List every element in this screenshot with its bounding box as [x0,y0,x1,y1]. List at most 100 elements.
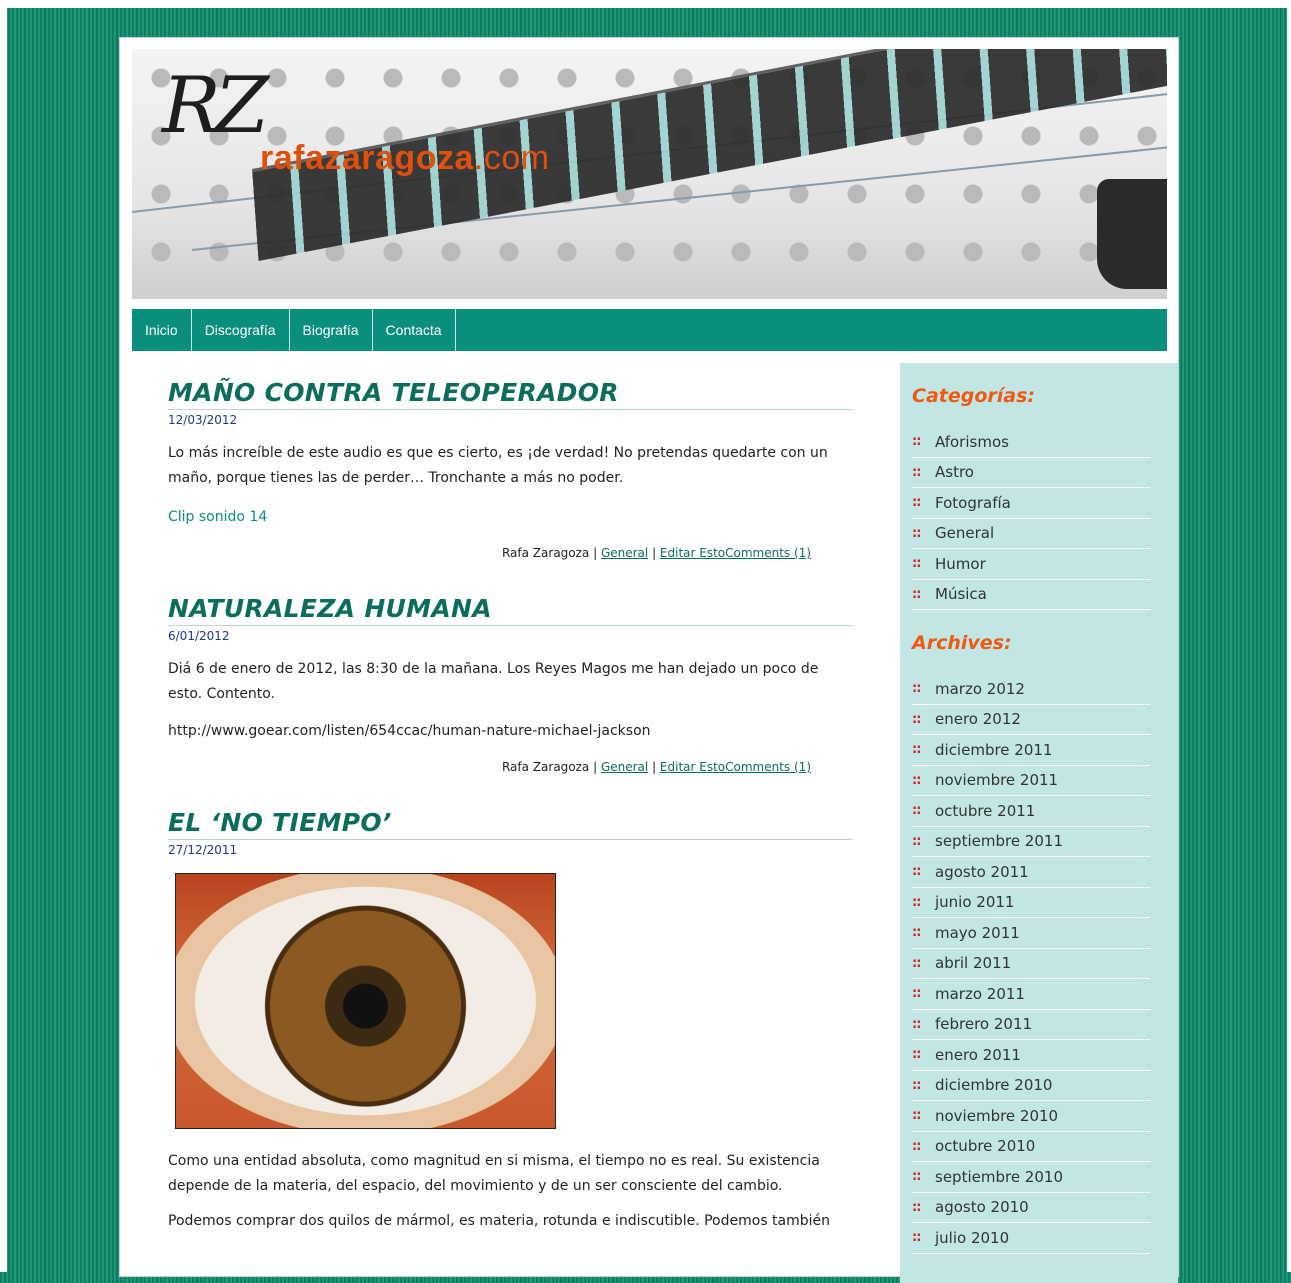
archive-label: agosto 2010 [935,1198,1029,1217]
page-container: RZ rafazaragoza.com Inicio Discografía B… [119,37,1179,1283]
bullet-icon: :: [912,495,921,511]
bullet-icon: :: [912,925,921,941]
post-date: 27/12/2011 [168,843,238,857]
post-title[interactable]: MAÑO CONTRA TELEOPERADOR [168,378,853,410]
site-header-banner[interactable]: RZ rafazaragoza.com [132,49,1167,299]
archive-label: julio 2010 [935,1228,1010,1247]
nav-biografia[interactable]: Biografía [290,309,373,351]
archive-item[interactable]: :: enero 2011 [912,1040,1150,1071]
bullet-icon: :: [912,1077,921,1093]
archive-item[interactable]: :: diciembre 2011 [912,735,1150,766]
bullet-icon: :: [912,1138,921,1154]
archive-label: mayo 2011 [935,923,1020,942]
archive-item[interactable]: :: julio 2010 [912,1223,1150,1254]
archive-label: marzo 2011 [935,984,1025,1003]
eye-clock-image[interactable] [175,873,556,1129]
bullet-icon: :: [912,864,921,880]
bullet-icon: :: [912,464,921,480]
archive-label: enero 2011 [935,1045,1021,1064]
archive-item[interactable]: :: agosto 2011 [912,857,1150,888]
archive-item[interactable]: :: octubre 2011 [912,796,1150,827]
archive-label: abril 2011 [935,954,1012,973]
archive-item[interactable]: :: noviembre 2010 [912,1101,1150,1132]
post-category-link[interactable]: General [601,760,648,774]
archive-label: noviembre 2010 [935,1106,1059,1125]
categories-list: :: Aforismos :: Astro :: Fotografía :: Gener… [912,427,1150,610]
archive-label: diciembre 2011 [935,740,1053,759]
nav-inicio[interactable]: Inicio [132,309,192,351]
archive-item[interactable]: :: marzo 2012 [912,674,1150,705]
post-body: Diá 6 de enero de 2012, las 8:30 de la m… [168,661,819,702]
post-body: Lo más increíble de este audio es que es… [168,445,828,486]
archive-label: septiembre 2010 [935,1167,1063,1186]
archive-item[interactable]: :: mayo 2011 [912,918,1150,949]
post-comments-link[interactable]: Editar EstoComments (1) [660,546,811,560]
bullet-icon: :: [912,772,921,788]
archive-item[interactable]: :: junio 2011 [912,888,1150,918]
post-comments-link[interactable]: Editar EstoComments (1) [660,760,811,774]
bullet-icon: :: [912,742,921,758]
archives-heading: Archives: [912,632,1012,654]
archive-label: octubre 2011 [935,801,1036,820]
archive-item[interactable]: :: septiembre 2010 [912,1162,1150,1193]
archive-label: septiembre 2011 [935,832,1063,851]
bullet-icon: :: [912,986,921,1002]
archive-item[interactable]: :: agosto 2010 [912,1193,1150,1223]
post-title[interactable]: EL ‘NO TIEMPO’ [168,808,853,840]
category-item[interactable]: :: Fotografía [912,488,1150,519]
frame-left [0,0,7,1272]
main-nav: Inicio Discografía Biografía Contacta [132,309,1167,351]
bullet-icon: :: [912,1108,921,1124]
archives-list: :: marzo 2012:: enero 2012:: diciembre 2011… [912,674,1150,1254]
bullet-icon: :: [912,525,921,541]
archive-label: noviembre 2011 [935,771,1059,790]
bullet-icon: :: [912,711,921,727]
archive-item[interactable]: :: septiembre 2011 [912,827,1150,857]
audio-clip-link[interactable]: Clip sonido 14 [168,505,853,530]
bullet-icon: :: [912,833,921,849]
post-body: Podemos comprar dos quilos de mármol, es… [168,1213,831,1229]
archive-item[interactable]: :: enero 2012 [912,705,1150,735]
logo-text: rafazaragoza [260,139,474,177]
category-item[interactable]: :: Astro [912,458,1150,488]
archive-item[interactable]: :: abril 2011 [912,949,1150,979]
category-item[interactable]: :: General [912,519,1150,549]
archive-item[interactable]: :: marzo 2011 [912,979,1150,1010]
nav-contacta[interactable]: Contacta [373,309,456,351]
bullet-icon: :: [912,434,921,450]
post-author: Rafa Zaragoza [501,760,590,774]
bullet-icon: :: [912,1199,921,1215]
archive-label: marzo 2012 [935,679,1025,698]
bullet-icon: :: [912,1047,921,1063]
post-author: Rafa Zaragoza [501,546,590,560]
main-content: MAÑO CONTRA TELEOPERADOR 12/03/2012 Lo m… [168,378,853,1268]
post-body: Como una entidad absoluta, como magnitud… [168,1153,820,1194]
archive-label: octubre 2010 [935,1137,1036,1156]
archive-item[interactable]: :: diciembre 2010 [912,1071,1150,1101]
archive-label: febrero 2011 [935,1015,1033,1034]
post-meta: Rafa Zaragoza | General | Editar EstoCom… [501,546,811,560]
post-title[interactable]: NATURALEZA HUMANA [168,594,853,626]
post: NATURALEZA HUMANA 6/01/2012 Diá 6 de ene… [168,594,853,774]
archive-label: agosto 2011 [935,862,1029,881]
guitar-headstock-image [1097,179,1167,289]
archive-item[interactable]: :: noviembre 2011 [912,766,1150,796]
bullet-icon: :: [912,1016,921,1032]
archive-item[interactable]: :: octubre 2010 [912,1132,1150,1162]
site-logo[interactable]: rafazaragoza.com [260,139,550,178]
frame-top [0,0,1291,8]
bullet-icon: :: [912,894,921,910]
post-category-link[interactable]: General [601,546,648,560]
category-item[interactable]: :: Aforismos [912,427,1150,458]
archive-label: diciembre 2010 [935,1076,1053,1095]
category-item[interactable]: :: Humor [912,549,1150,580]
logo-tld: .com [473,139,550,177]
archive-item[interactable]: :: febrero 2011 [912,1010,1150,1040]
archive-label: enero 2012 [935,710,1021,729]
logo-mark: RZ [162,61,269,151]
archive-label: junio 2011 [935,893,1015,912]
bullet-icon: :: [912,556,921,572]
category-item[interactable]: :: Música [912,580,1150,610]
post-meta: Rafa Zaragoza | General | Editar EstoCom… [501,760,811,774]
nav-discografia[interactable]: Discografía [192,309,290,351]
